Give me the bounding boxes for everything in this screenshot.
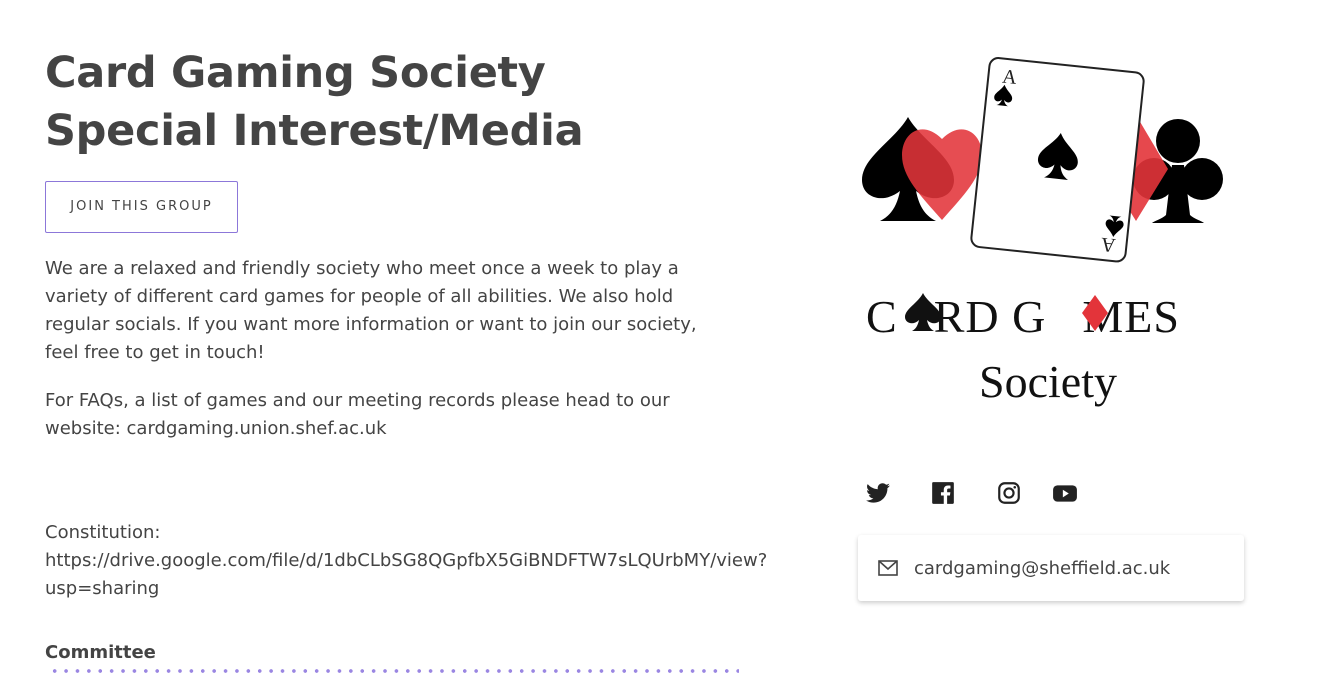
contact-card: cardgaming@sheffield.ac.uk	[858, 535, 1244, 601]
twitter-icon[interactable]	[865, 480, 891, 506]
facebook-icon[interactable]	[930, 480, 956, 506]
card-rank-bottom: A	[1099, 233, 1116, 256]
page-title: Card Gaming Society Special Interest/Med…	[45, 44, 825, 160]
title-line-2: Special Interest/Media	[45, 106, 584, 156]
contact-email-link[interactable]: cardgaming@sheffield.ac.uk	[914, 558, 1170, 579]
ace-card: A A	[970, 57, 1145, 263]
dotted-divider	[49, 668, 739, 674]
card-rank-top: A	[1001, 66, 1018, 89]
mail-icon	[878, 560, 898, 576]
social-links	[865, 480, 1078, 506]
group-description: We are a relaxed and friendly society wh…	[45, 258, 697, 363]
title-line-1: Card Gaming Society	[45, 48, 546, 98]
youtube-icon[interactable]	[1052, 480, 1078, 506]
join-group-button[interactable]: JOIN THIS GROUP	[45, 181, 238, 233]
constitution-link[interactable]: https://drive.google.com/file/d/1dbCLbSG…	[45, 550, 767, 599]
group-main: Card Gaming Society Special Interest/Med…	[45, 44, 825, 663]
logo-text-line-2: Society	[979, 356, 1117, 407]
society-logo: A A C RD G MES Society	[862, 57, 1223, 407]
faq-text: For FAQs, a list of games and our meetin…	[45, 390, 670, 439]
committee-heading: Committee	[45, 642, 156, 663]
instagram-icon[interactable]	[996, 480, 1022, 506]
constitution: Constitution: https://drive.google.com/f…	[45, 519, 815, 603]
constitution-label: Constitution:	[45, 522, 161, 543]
